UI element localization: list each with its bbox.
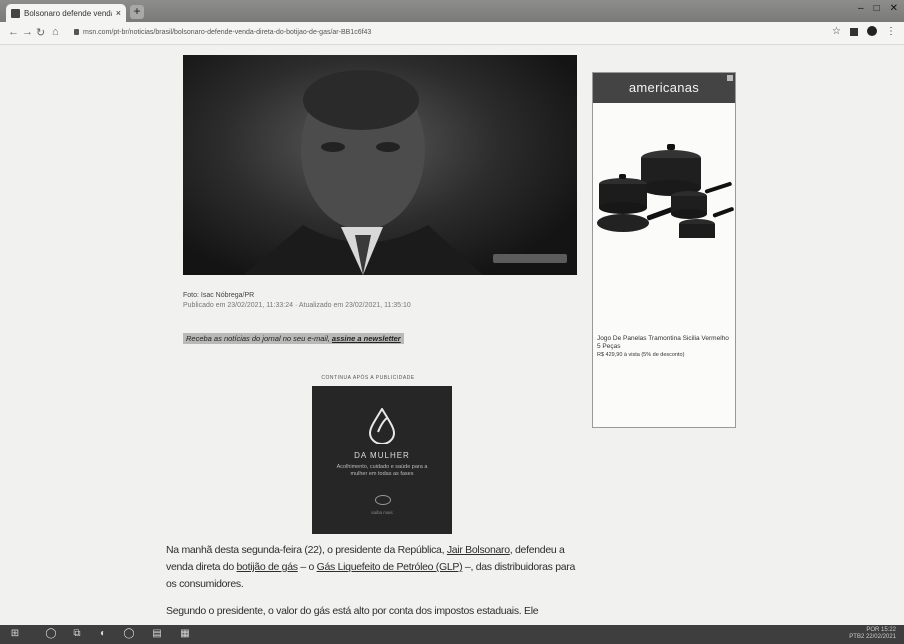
article-hero-photo — [183, 55, 577, 275]
toolbar-icons: ☆ ⋮ — [832, 26, 896, 37]
link-botijao-de-gas[interactable]: botijão de gás — [237, 561, 298, 573]
portrait-illustration — [243, 70, 483, 275]
inline-ad-mark-icon — [375, 495, 391, 505]
paragraph-text: Na manhã desta segunda-feira (22), o pre… — [166, 544, 447, 556]
maximize-button[interactable]: □ — [874, 3, 880, 14]
cookware-product-image — [597, 144, 734, 238]
taskbar-app-search[interactable]: ◯ — [44, 628, 58, 640]
article-page: Foto: Isac Nóbrega/PR Publicado em 23/02… — [0, 45, 904, 625]
credit-line: Foto: Isac Nóbrega/PR — [183, 292, 255, 299]
tab-title: Bolsonaro defende venda direta de... — [24, 8, 112, 18]
minimize-button[interactable]: – — [858, 3, 864, 14]
inline-ad-tagline: Acolhimento, cuidado e saúde para a mulh… — [336, 464, 428, 477]
photo-credit: Foto: Isac Nóbrega/PR Publicado em 23/02… — [183, 291, 411, 311]
inline-ad-brand: DA MULHER — [354, 451, 410, 460]
tab-close-icon[interactable]: × — [116, 8, 121, 18]
video-badge[interactable] — [493, 254, 567, 263]
tray-date: PTB2 22/02/2021 — [849, 634, 896, 640]
ad-label: CONTINUA APÓS A PUBLICIDADE — [321, 375, 415, 381]
newsletter-promo: Receba as notícias do jornal no seu e-ma… — [183, 333, 404, 344]
publish-dates: Publicado em 23/02/2021, 11:33:24 · Atua… — [183, 302, 411, 309]
lock-icon — [74, 29, 79, 36]
paragraph-text: – o — [297, 561, 317, 573]
drop-logo-icon — [368, 408, 396, 444]
product-name: Jogo De Panelas Tramontina Sicilia Verme… — [597, 335, 729, 350]
bookmark-star-icon[interactable]: ☆ — [832, 26, 841, 37]
profile-avatar[interactable] — [867, 26, 877, 36]
site-favicon-icon — [11, 8, 20, 18]
windows-taskbar: ⊞ ◯ ⧉ ◐ ◯ ▤ ▦ POR 15:22 PTB2 22/02/2021 — [0, 625, 904, 644]
address-bar-url: msn.com/pt-br/noticias/brasil/bolsonaro-… — [83, 29, 372, 36]
link-glp[interactable]: Gás Liquefeito de Petróleo (GLP) — [317, 561, 463, 573]
forward-button[interactable]: → — [22, 26, 33, 38]
tray-time: POR 15:22 — [866, 627, 896, 633]
product-price: R$ 429,90 à vista (5% de desconto) — [597, 352, 685, 358]
inline-advertisement[interactable]: DA MULHER Acolhimento, cuidado e saúde p… — [312, 386, 452, 534]
taskbar-app-edge[interactable]: ◯ — [122, 628, 136, 640]
taskbar-app-store[interactable]: ▦ — [178, 628, 192, 640]
article-paragraph: Segundo o presidente, o valor do gás est… — [166, 603, 586, 620]
link-jair-bolsonaro[interactable]: Jair Bolsonaro — [447, 544, 510, 556]
reload-button[interactable]: ↻ — [36, 26, 45, 39]
browser-tabstrip: Bolsonaro defende venda direta de... × +… — [0, 0, 904, 22]
browser-toolbar: ← → ↻ ⌂ msn.com/pt-br/noticias/brasil/bo… — [0, 22, 904, 45]
article-body: Na manhã desta segunda-feira (22), o pre… — [166, 542, 586, 625]
taskbar-app-chrome[interactable]: ◐ — [96, 628, 110, 640]
new-tab-button[interactable]: + — [130, 5, 144, 19]
system-tray-clock[interactable]: POR 15:22 PTB2 22/02/2021 — [849, 627, 896, 641]
back-button[interactable]: ← — [8, 26, 19, 38]
browser-menu-icon[interactable]: ⋮ — [886, 26, 896, 37]
taskbar-app-explorer[interactable]: ▤ — [150, 628, 164, 640]
close-window-button[interactable]: ✕ — [890, 3, 898, 14]
taskbar-app-taskview[interactable]: ⧉ — [70, 628, 84, 640]
ad-choices-icon[interactable] — [727, 75, 733, 81]
paragraph-text: Segundo o presidente, o valor do gás est… — [166, 605, 539, 617]
sidebar-advertisement[interactable]: americanas Jogo De Panelas Tramontina Si… — [592, 72, 736, 428]
start-button[interactable]: ⊞ — [8, 628, 22, 640]
extension-icon[interactable] — [850, 28, 858, 36]
home-button[interactable]: ⌂ — [52, 26, 59, 38]
article-paragraph: Na manhã desta segunda-feira (22), o pre… — [166, 542, 586, 593]
window-controls: – □ ✕ — [858, 3, 898, 14]
newsletter-link[interactable]: assine a newsletter — [332, 334, 401, 343]
address-bar[interactable]: msn.com/pt-br/noticias/brasil/bolsonaro-… — [74, 26, 814, 40]
americanas-logo: americanas — [593, 73, 735, 103]
browser-tab-active[interactable]: Bolsonaro defende venda direta de... × — [6, 4, 126, 22]
inline-ad-foot: saiba mais — [371, 510, 393, 515]
promo-text: Receba as notícias do jornal no seu e-ma… — [186, 334, 332, 343]
